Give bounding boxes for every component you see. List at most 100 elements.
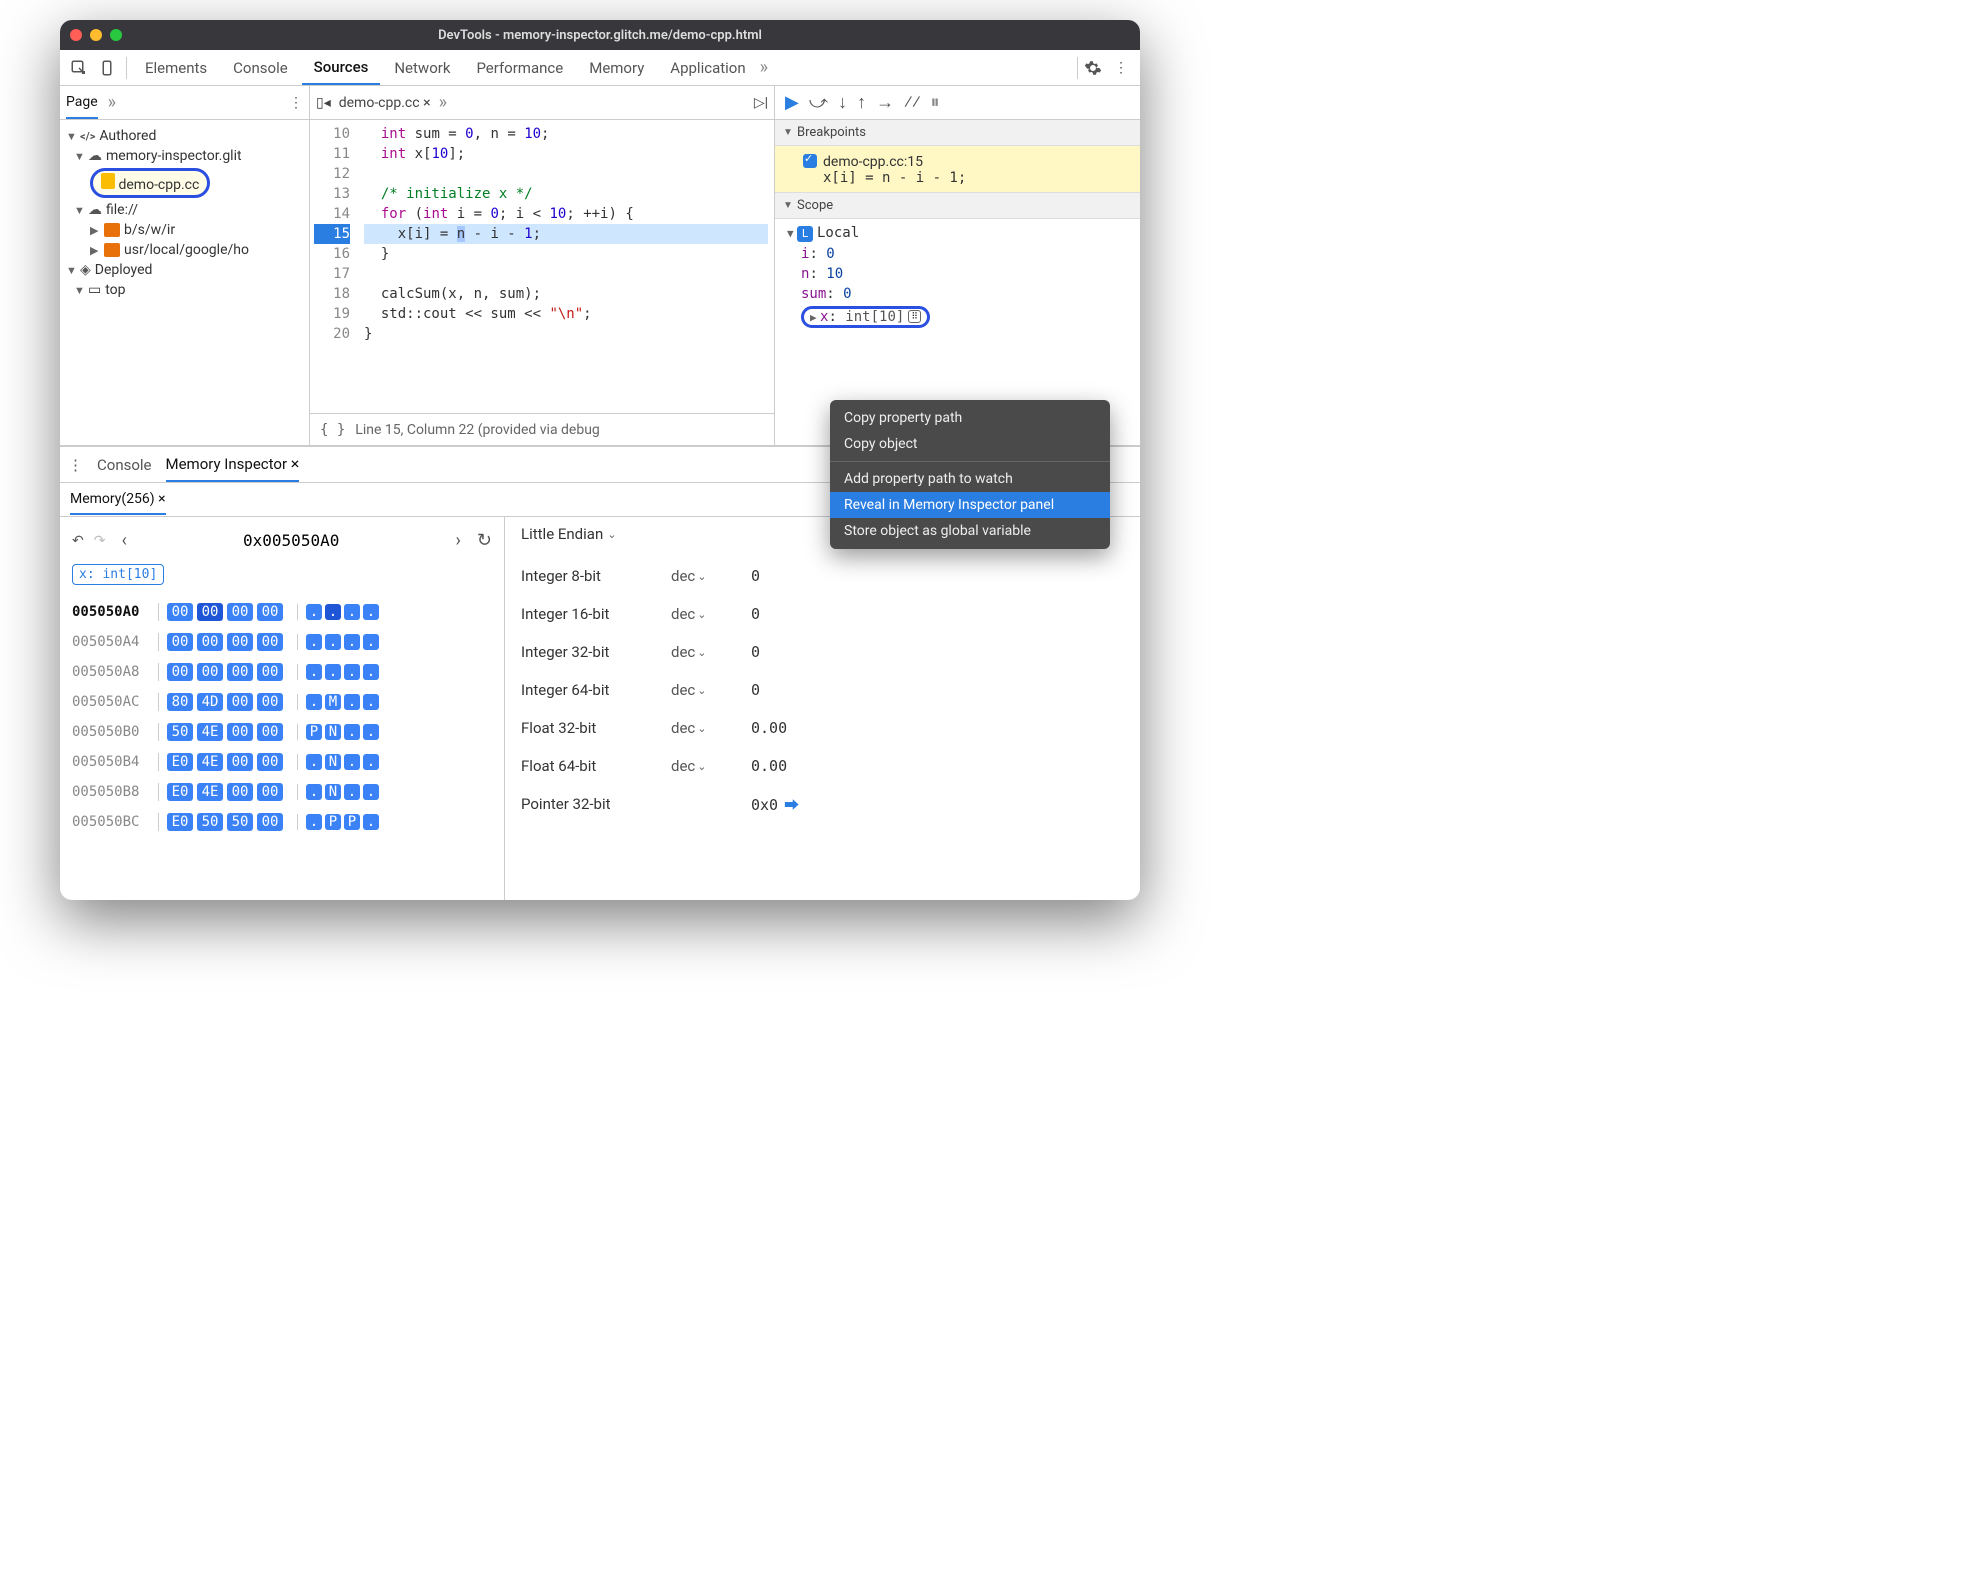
tree-deployed[interactable]: ▼Deployed: [64, 260, 305, 280]
device-icon[interactable]: [94, 55, 120, 81]
tab-network[interactable]: Network: [382, 50, 462, 85]
close-tab-icon[interactable]: ×: [423, 95, 430, 111]
redo-icon[interactable]: ↷: [94, 533, 106, 549]
tab-console[interactable]: Console: [97, 456, 152, 474]
step-icon[interactable]: →: [876, 92, 894, 113]
breakpoint-row[interactable]: demo-cpp.cc:15 x[i] = n - i - 1;: [775, 146, 1140, 193]
byte[interactable]: 00: [257, 753, 283, 771]
ascii-char[interactable]: .: [306, 754, 322, 770]
var-i[interactable]: i: 0: [783, 244, 1132, 264]
byte[interactable]: 00: [257, 813, 283, 831]
value-unit-select[interactable]: dec ⌄: [671, 605, 751, 623]
byte[interactable]: 00: [257, 633, 283, 651]
byte[interactable]: 00: [227, 603, 253, 621]
byte[interactable]: 00: [227, 753, 253, 771]
value-unit-select[interactable]: dec ⌄: [671, 567, 751, 585]
address-input[interactable]: [143, 527, 440, 554]
ascii-char[interactable]: .: [363, 694, 379, 710]
tab-memory-inspector[interactable]: Memory Inspector ×: [166, 447, 300, 482]
ascii-char[interactable]: .: [363, 634, 379, 650]
minimize-icon[interactable]: [90, 29, 102, 41]
byte[interactable]: 00: [227, 723, 253, 741]
byte[interactable]: 4D: [197, 693, 223, 711]
hex-row[interactable]: 005050B0504E0000PN..: [72, 717, 492, 747]
deactivate-bp-icon[interactable]: ⁄⁄: [904, 92, 920, 113]
tree-file-demo-cpp[interactable]: demo-cpp.cc: [64, 166, 305, 200]
menu-copy-path[interactable]: Copy property path: [830, 405, 1110, 431]
byte[interactable]: 00: [167, 663, 193, 681]
tree-folder-2[interactable]: ▶usr/local/google/ho: [64, 240, 305, 260]
ascii-char[interactable]: .: [363, 814, 379, 830]
menu-add-watch[interactable]: Add property path to watch: [830, 466, 1110, 492]
ascii-char[interactable]: .: [344, 664, 360, 680]
close-tab-icon[interactable]: ×: [291, 454, 300, 473]
byte[interactable]: 50: [227, 813, 253, 831]
ascii-char[interactable]: .: [306, 784, 322, 800]
value-unit-select[interactable]: dec ⌄: [671, 681, 751, 699]
inspect-icon[interactable]: [66, 55, 92, 81]
step-into-icon[interactable]: ↓: [838, 92, 847, 113]
hex-row[interactable]: 005050A800000000....: [72, 657, 492, 687]
tree-file-scheme[interactable]: ▼file://: [64, 200, 305, 220]
tab-elements[interactable]: Elements: [133, 50, 219, 85]
tab-application[interactable]: Application: [658, 50, 757, 85]
byte[interactable]: 50: [197, 813, 223, 831]
ascii-char[interactable]: .: [306, 814, 322, 830]
next-page-icon[interactable]: ›: [450, 530, 467, 551]
follow-pointer-icon[interactable]: ⮕: [784, 796, 799, 814]
gear-icon[interactable]: [1080, 55, 1106, 81]
ascii-char[interactable]: .: [344, 604, 360, 620]
hex-row[interactable]: 005050B8E04E0000.N..: [72, 777, 492, 807]
close-tab-icon[interactable]: ×: [158, 491, 165, 507]
ascii-char[interactable]: .: [344, 784, 360, 800]
ascii-char[interactable]: .: [344, 724, 360, 740]
var-x[interactable]: ▶x: int[10]⠿: [783, 304, 1132, 330]
ascii-char[interactable]: P: [325, 814, 341, 830]
byte[interactable]: E0: [167, 813, 193, 831]
kebab-icon[interactable]: ⋮: [289, 95, 303, 111]
code[interactable]: int sum = 0, n = 10; int x[10]; /* initi…: [358, 120, 774, 413]
hex-row[interactable]: 005050AC804D0000.M..: [72, 687, 492, 717]
byte[interactable]: 00: [197, 633, 223, 651]
value-unit-select[interactable]: dec ⌄: [671, 757, 751, 775]
ascii-char[interactable]: .: [306, 694, 322, 710]
byte[interactable]: 00: [257, 783, 283, 801]
tab-memory[interactable]: Memory: [577, 50, 656, 85]
ascii-char[interactable]: N: [325, 724, 341, 740]
tree-top[interactable]: ▼▭ top: [64, 280, 305, 300]
close-icon[interactable]: [70, 29, 82, 41]
ascii-char[interactable]: .: [306, 664, 322, 680]
byte[interactable]: 00: [257, 693, 283, 711]
var-sum[interactable]: sum: 0: [783, 284, 1132, 304]
breakpoints-section[interactable]: ▼Breakpoints: [775, 120, 1140, 146]
subtab-memory[interactable]: Memory(256) ×: [70, 485, 166, 515]
checkbox-icon[interactable]: [803, 154, 817, 168]
prev-page-icon[interactable]: ‹: [115, 530, 132, 551]
byte[interactable]: 00: [227, 633, 253, 651]
tab-sources[interactable]: Sources: [302, 50, 381, 85]
ascii-char[interactable]: P: [306, 724, 322, 740]
byte[interactable]: E0: [167, 753, 193, 771]
hex-row[interactable]: 005050A000000000....: [72, 597, 492, 627]
more-editor-tabs-icon[interactable]: »: [439, 92, 447, 113]
ascii-char[interactable]: .: [306, 634, 322, 650]
tree-authored[interactable]: ▼Authored: [64, 126, 305, 146]
run-snippet-icon[interactable]: ▷|: [754, 95, 768, 111]
hex-row[interactable]: 005050A400000000....: [72, 627, 492, 657]
resume-icon[interactable]: ▶: [785, 92, 799, 113]
refresh-icon[interactable]: ↻: [477, 530, 492, 551]
byte[interactable]: 00: [167, 633, 193, 651]
ascii-char[interactable]: .: [325, 634, 341, 650]
object-chip[interactable]: x: int[10]: [72, 564, 164, 585]
byte[interactable]: 4E: [197, 783, 223, 801]
menu-copy-object[interactable]: Copy object: [830, 431, 1110, 457]
ascii-char[interactable]: .: [344, 694, 360, 710]
hex-row[interactable]: 005050BCE0505000.PP.: [72, 807, 492, 837]
byte[interactable]: 00: [257, 723, 283, 741]
byte[interactable]: 4E: [197, 723, 223, 741]
editor-body[interactable]: 1011121314 15 1617181920 int sum = 0, n …: [310, 120, 774, 413]
ascii-char[interactable]: .: [306, 604, 322, 620]
ascii-char[interactable]: .: [363, 754, 379, 770]
byte[interactable]: 00: [257, 603, 283, 621]
scope-local[interactable]: ▼LLocal: [783, 223, 1132, 244]
